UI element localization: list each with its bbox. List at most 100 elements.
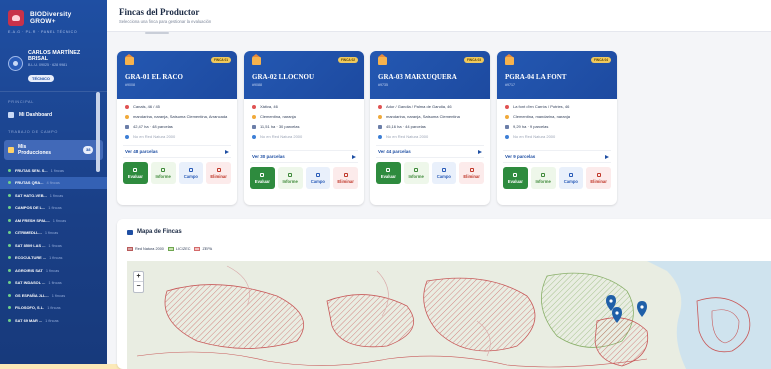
producer-item[interactable]: ECOCULTURE ... 1 fincas xyxy=(0,252,107,265)
map-legend: Red Natura 2000 LIC/ZEC ZEPA xyxy=(127,247,212,251)
sidebar-scrollbar[interactable] xyxy=(96,92,100,172)
delete-button[interactable]: Eliminar xyxy=(459,162,484,184)
producer-item[interactable]: AGROIRIS SAT 1 fincas xyxy=(0,264,107,277)
farm-code: #9088 xyxy=(252,83,262,87)
field-button[interactable]: Campo xyxy=(305,167,331,189)
app-root: BIODiversity GROW+ E.A.G · PL.R · PANEL … xyxy=(0,0,771,369)
farm-location: Xàtiva, 46 xyxy=(260,104,278,109)
farm-tag: FINCA 04 xyxy=(590,57,611,63)
status-dot-icon xyxy=(8,231,11,235)
sidebar-item-productions[interactable]: Mis Producciones 38 ▾ xyxy=(4,140,103,160)
report-button[interactable]: Informe xyxy=(530,167,556,189)
farm-area: 45,16 ha · 44 parcelas xyxy=(386,124,426,129)
farm-area: 9,29 ha · 9 parcelas xyxy=(513,124,549,129)
dashboard-icon xyxy=(8,112,14,118)
farm-location: Ador / Gandia / Palma de Gandia, 46 xyxy=(386,104,452,109)
user-panel: CARLOS MARTÍNEZ BRISAL B.L.U. 09025 · 62… xyxy=(0,36,107,92)
view-parcels-link[interactable]: Ver 48 parcelas xyxy=(123,145,231,158)
status-dot-icon xyxy=(8,281,11,285)
location-pin-icon xyxy=(378,104,382,109)
trash-icon xyxy=(343,172,348,177)
play-arrow-icon xyxy=(225,149,229,154)
play-arrow-icon xyxy=(478,149,482,154)
producer-item[interactable]: CITRIMEDLL... 1 fincas xyxy=(0,227,107,240)
farm-name: GRA-03 MARXUQUERA xyxy=(378,73,457,81)
farm-card[interactable]: FINCA 04 PGRA-04 LA FONT #9717 La font d… xyxy=(497,51,617,205)
sidebar-item-label: Mi Dashboard xyxy=(19,112,53,118)
folder-icon xyxy=(8,147,14,153)
field-icon xyxy=(188,167,193,172)
area-icon xyxy=(378,124,382,129)
report-icon xyxy=(161,167,166,172)
sidebar-item-dashboard[interactable]: Mi Dashboard xyxy=(0,108,107,122)
producer-item-active[interactable]: FRUTAS QRA... 4 fincas xyxy=(0,176,107,189)
status-dot-icon xyxy=(8,243,11,247)
delete-button[interactable]: Eliminar xyxy=(206,162,231,184)
location-pin-icon xyxy=(505,104,509,109)
field-button[interactable]: Campo xyxy=(558,167,584,189)
brand[interactable]: BIODiversity GROW+ xyxy=(0,0,107,28)
play-arrow-icon xyxy=(352,154,356,159)
map-canvas[interactable] xyxy=(127,261,771,369)
zoom-out-button[interactable]: − xyxy=(134,282,143,292)
avatar[interactable] xyxy=(8,56,23,71)
farm-house-icon xyxy=(378,54,387,65)
map-zoom-control: + − xyxy=(133,271,144,293)
producer-item[interactable]: SAT 8509 LAS ... 1 fincas xyxy=(0,239,107,252)
delete-button[interactable]: Eliminar xyxy=(586,167,611,189)
evaluate-button[interactable]: Evaluar xyxy=(376,162,401,184)
field-button[interactable]: Campo xyxy=(431,162,457,184)
page-title: Fincas del Productor xyxy=(119,7,200,17)
report-icon xyxy=(541,172,546,177)
evaluate-button[interactable]: Evaluar xyxy=(503,167,528,189)
producer-item[interactable]: AM FRESH SPAL... 1 fincas xyxy=(0,214,107,227)
status-dot-icon xyxy=(8,306,11,310)
crop-icon xyxy=(378,114,382,119)
producer-item[interactable]: SAT 69 MAR ... 1 fincas xyxy=(0,314,107,327)
view-parcels-link[interactable]: Ver 44 parcelas xyxy=(376,145,484,158)
producer-item[interactable]: SAT INDASOL ... 1 fincas xyxy=(0,277,107,290)
farm-name: GRA-02 LLOCNOU xyxy=(252,73,315,81)
field-button[interactable]: Campo xyxy=(178,162,204,184)
trash-icon xyxy=(596,172,601,177)
farm-tag: FINCA 03 xyxy=(463,57,484,63)
producer-item[interactable]: GS ESPAÑA JLL... 1 fincas xyxy=(0,289,107,302)
farm-location: Canals, 46 / 45 xyxy=(133,104,160,109)
page-header: Fincas del Productor Selecciona una finc… xyxy=(107,0,771,32)
map-icon xyxy=(127,229,133,235)
view-parcels-link[interactable]: Ver 9 parcelas xyxy=(503,150,611,163)
report-icon xyxy=(288,172,293,177)
producer-item[interactable]: FRUTAS SEN. S... 1 fincas xyxy=(0,164,107,177)
producer-item[interactable]: SAT HATO-VEB... 1 fincas xyxy=(0,189,107,202)
natura-icon xyxy=(252,134,256,139)
farm-code: #9717 xyxy=(505,83,515,87)
farm-area: 11,51 ha · 30 parcelas xyxy=(260,124,300,129)
view-parcels-link[interactable]: Ver 30 parcelas xyxy=(250,150,358,163)
report-button[interactable]: Informe xyxy=(403,162,429,184)
zoom-in-button[interactable]: + xyxy=(134,272,143,282)
status-dot-icon xyxy=(8,181,11,185)
farm-crops: Clementina, naranja xyxy=(260,114,296,119)
legend-swatch xyxy=(167,247,174,251)
legend-item-zepa[interactable]: ZEPA xyxy=(194,247,212,251)
evaluate-button[interactable]: Evaluar xyxy=(123,162,148,184)
producer-item[interactable]: CAMPOS DE L... 1 fincas xyxy=(0,202,107,215)
producer-item[interactable]: FILOSOFO, S.L. 1 fincas xyxy=(0,302,107,315)
legend-item-lic[interactable]: LIC/ZEC xyxy=(167,247,190,251)
location-pin-icon xyxy=(252,104,256,109)
legend-item-natura[interactable]: Red Natura 2000 xyxy=(127,247,164,251)
report-button[interactable]: Informe xyxy=(150,162,176,184)
brand-logo-icon xyxy=(8,10,24,26)
evaluate-button[interactable]: Evaluar xyxy=(250,167,275,189)
status-dot-icon xyxy=(8,318,11,322)
trash-icon xyxy=(469,167,474,172)
report-button[interactable]: Informe xyxy=(277,167,303,189)
delete-button[interactable]: Eliminar xyxy=(333,167,358,189)
farm-card[interactable]: FINCA 02 GRA-02 LLOCNOU #9088 Xàtiva, 46… xyxy=(244,51,364,205)
farm-tag: FINCA 02 xyxy=(337,57,358,63)
evaluate-icon xyxy=(386,167,391,172)
farm-card[interactable]: FINCA 01 GRA-01 EL RACO #9008 Canals, 46… xyxy=(117,51,237,205)
farm-card[interactable]: FINCA 03 GRA-03 MARXUQUERA #9735 Ador / … xyxy=(370,51,490,205)
farm-tag: FINCA 01 xyxy=(210,57,231,63)
user-meta: B.L.U. 09025 · 628 9981 xyxy=(28,63,68,67)
